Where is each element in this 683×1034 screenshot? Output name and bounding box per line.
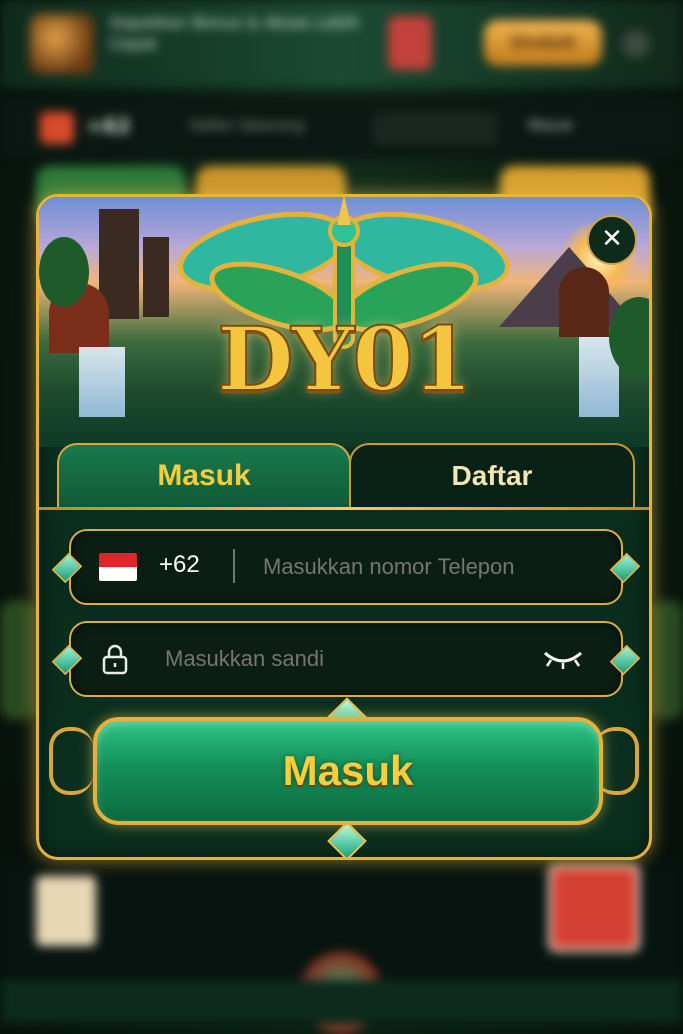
auth-tabs: Masuk Daftar bbox=[57, 443, 635, 509]
bar-search bbox=[372, 112, 498, 146]
waterfall bbox=[79, 347, 125, 417]
bar-code: +62 bbox=[86, 114, 131, 138]
phone-input[interactable] bbox=[261, 553, 605, 581]
country-code[interactable]: +62 bbox=[159, 551, 200, 579]
login-modal: DY01 ✕ Masuk Daftar +62 Masukkan nomor T… bbox=[36, 194, 652, 860]
bg-footer bbox=[0, 980, 683, 1024]
ornament-left bbox=[49, 727, 93, 795]
field-divider bbox=[233, 549, 235, 583]
gift-icon bbox=[388, 16, 432, 70]
password-input[interactable] bbox=[163, 645, 507, 673]
download-button: Unduh bbox=[484, 20, 602, 66]
password-field bbox=[51, 621, 641, 697]
app-logo bbox=[30, 14, 94, 74]
bg-card bbox=[548, 864, 640, 952]
banner-close-icon bbox=[622, 30, 650, 58]
tab-divider bbox=[39, 507, 649, 510]
bar-item: Daftar Sekarang bbox=[190, 118, 305, 134]
bg-tile bbox=[0, 600, 36, 720]
gem-icon bbox=[327, 821, 367, 857]
phone-field: +62 bbox=[51, 529, 641, 605]
indonesia-flag-icon[interactable] bbox=[99, 553, 137, 581]
hero-banner: DY01 ✕ bbox=[39, 197, 649, 447]
close-icon[interactable]: ✕ bbox=[587, 215, 637, 265]
promo-banner: Dapatkan Bonus & Akses Lebih Cepat Unduh bbox=[0, 0, 683, 88]
lock-icon bbox=[102, 644, 128, 675]
brand-logo-text: DY01 bbox=[216, 306, 474, 412]
tab-daftar[interactable]: Daftar bbox=[349, 443, 635, 507]
bar-right: Masuk bbox=[528, 118, 573, 134]
gem-icon bbox=[51, 552, 83, 584]
eye-closed-icon[interactable] bbox=[541, 647, 585, 671]
tree bbox=[39, 237, 89, 307]
gem-icon bbox=[51, 644, 83, 676]
top-bar: +62 Daftar Sekarang Masuk bbox=[0, 98, 683, 158]
bg-tile bbox=[650, 600, 683, 720]
menu-icon bbox=[40, 112, 74, 144]
pagoda bbox=[559, 267, 609, 337]
temple-tower bbox=[143, 237, 169, 317]
tab-masuk[interactable]: Masuk bbox=[57, 443, 351, 507]
gem-icon bbox=[609, 644, 641, 676]
submit-area: Masuk bbox=[39, 697, 649, 857]
bg-card bbox=[36, 876, 96, 946]
gem-icon bbox=[609, 552, 641, 584]
bottom-nav bbox=[0, 860, 683, 1034]
banner-text: Dapatkan Bonus & Akses Lebih Cepat bbox=[110, 13, 360, 53]
login-button[interactable]: Masuk bbox=[93, 717, 603, 825]
